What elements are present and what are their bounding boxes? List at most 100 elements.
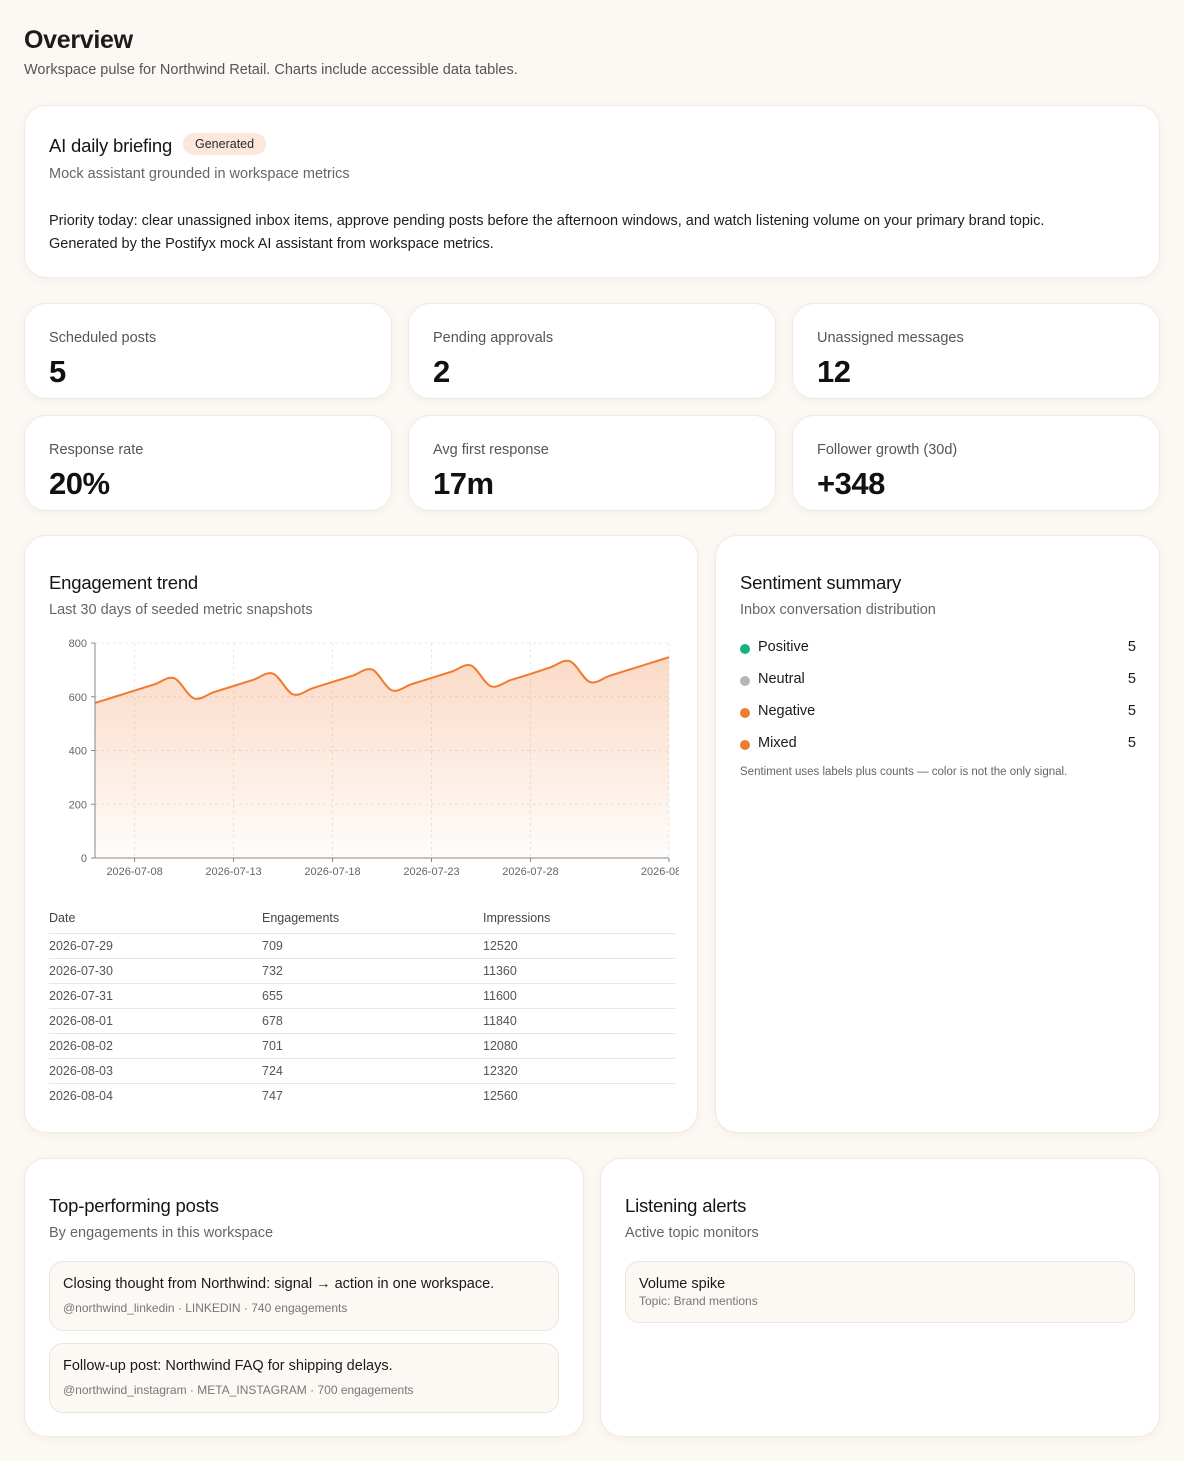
sentiment-label: Negative (758, 703, 816, 719)
post-meta: @northwind_linkedin · LINKEDIN · 740 eng… (63, 1301, 348, 1315)
ai-briefing-card: AI daily briefing Generated Mock assista… (24, 105, 1160, 278)
table-row: 2026-07-31 655 11600 (49, 983, 675, 1009)
cell-impressions: 11600 (483, 983, 675, 1009)
page-title: Overview (24, 26, 133, 54)
cell-engagements: 724 (262, 1058, 483, 1084)
cell-engagements: 701 (262, 1033, 483, 1059)
listening-subtitle: Active topic monitors (625, 1225, 759, 1241)
post-item[interactable]: Closing thought from Northwind: signal →… (49, 1261, 559, 1331)
briefing-subtitle: Mock assistant grounded in workspace met… (49, 166, 350, 182)
table-row: 2026-08-04 747 12560 (49, 1083, 675, 1108)
sentiment-count: 5 (1127, 735, 1136, 751)
cell-engagements: 747 (262, 1088, 283, 1103)
sentiment-title: Sentiment summary (740, 572, 902, 593)
stat-label: Unassigned messages (817, 330, 964, 346)
stat-card-scheduled-posts: Scheduled posts 5 (24, 303, 392, 399)
stat-card-response-rate: Response rate 20% (24, 415, 392, 511)
table-row: 2026-08-03 724 12320 (49, 1058, 675, 1084)
y-tick-label: 0 (81, 853, 87, 865)
column-header-date: Date (49, 911, 262, 934)
cell-date: 2026-08-01 (49, 1008, 262, 1034)
listening-title: Listening alerts (625, 1195, 747, 1216)
x-tick-label: 2026-07-23 (403, 866, 459, 878)
briefing-body-line-1: Priority today: clear unassigned inbox i… (49, 213, 1045, 229)
sentiment-row-positive: Positive 5 (740, 637, 1136, 669)
post-text: Follow-up post: Northwind FAQ for shippi… (63, 1358, 393, 1374)
cell-impressions: 12080 (483, 1033, 675, 1059)
engagement-data-table: Date Engagements Impressions 2026-07-29 … (49, 911, 675, 1108)
y-tick-label: 200 (69, 799, 87, 811)
cell-engagements: 732 (262, 958, 483, 984)
x-tick-label: 2026-07-08 (106, 866, 162, 878)
table-row: 2026-07-29 709 12520 (49, 933, 675, 959)
x-tick-label: 2026-08-04 (641, 866, 679, 878)
sentiment-row-neutral: Neutral 5 (740, 669, 1136, 701)
alert-item[interactable]: Volume spike Topic: Brand mentions (625, 1261, 1135, 1323)
sentiment-note: Sentiment uses labels plus counts — colo… (740, 766, 1068, 778)
stat-label: Avg first response (433, 442, 549, 458)
table-header-row: Date Engagements Impressions (49, 911, 675, 934)
top-posts-subtitle: By engagements in this workspace (49, 1225, 274, 1241)
table-row: 2026-08-02 701 12080 (49, 1033, 675, 1059)
top-posts-title: Top-performing posts (49, 1195, 219, 1216)
cell-date: 2026-08-03 (49, 1058, 262, 1084)
cell-impressions: 12560 (483, 1088, 518, 1103)
post-meta: @northwind_instagram · META_INSTAGRAM · … (63, 1383, 414, 1397)
stat-card-pending-approvals: Pending approvals 2 (408, 303, 776, 399)
cell-date: 2026-07-29 (49, 933, 262, 959)
cell-engagements: 678 (262, 1008, 483, 1034)
alert-title: Volume spike (639, 1276, 726, 1292)
stat-value: +348 (817, 466, 885, 501)
stat-label: Follower growth (30d) (817, 442, 958, 458)
cell-date: 2026-07-31 (49, 983, 262, 1009)
neutral-dot-icon (740, 676, 750, 686)
cell-date: 2026-07-30 (49, 958, 262, 984)
table-row: 2026-08-01 678 11840 (49, 1008, 675, 1034)
page-subtitle: Workspace pulse for Northwind Retail. Ch… (24, 62, 518, 78)
cell-impressions: 11360 (483, 958, 675, 984)
stat-value: 2 (433, 354, 450, 389)
sentiment-label: Mixed (758, 735, 797, 751)
cell-engagements: 655 (262, 983, 483, 1009)
engagement-subtitle: Last 30 days of seeded metric snapshots (49, 602, 313, 618)
cell-date: 2026-08-02 (49, 1033, 262, 1059)
sentiment-row-negative: Negative 5 (740, 701, 1136, 733)
x-tick-label: 2026-07-13 (205, 866, 261, 878)
engagement-title: Engagement trend (49, 572, 199, 593)
column-header-impressions: Impressions (483, 911, 675, 934)
briefing-body-line-2: Generated by the Postifyx mock AI assist… (49, 236, 494, 252)
series-area (95, 657, 669, 858)
top-posts-card: Top-performing posts By engagements in t… (24, 1158, 584, 1437)
sentiment-row-mixed: Mixed 5 (740, 733, 1136, 765)
sentiment-list: Positive 5 Neutral 5 Negative 5 Mixed 5 (740, 637, 1136, 765)
post-text: Closing thought from Northwind: signal →… (63, 1276, 495, 1292)
mixed-dot-icon (740, 740, 750, 750)
positive-dot-icon (740, 644, 750, 654)
sentiment-count: 5 (1127, 639, 1136, 655)
engagement-trend-card: Engagement trend Last 30 days of seeded … (24, 535, 698, 1133)
briefing-title: AI daily briefing (49, 135, 173, 156)
sentiment-label: Positive (758, 639, 809, 655)
cell-engagements: 709 (262, 933, 483, 959)
cell-impressions: 12520 (483, 933, 675, 959)
y-tick-label: 800 (69, 638, 87, 650)
y-tick-label: 400 (69, 746, 87, 758)
cell-impressions: 11840 (483, 1008, 675, 1034)
negative-dot-icon (740, 708, 750, 718)
table-row: 2026-07-30 732 11360 (49, 958, 675, 984)
cell-impressions: 12320 (483, 1058, 675, 1084)
sentiment-count: 5 (1127, 703, 1136, 719)
stat-label: Pending approvals (433, 330, 554, 346)
stat-card-unassigned-messages: Unassigned messages 12 (792, 303, 1160, 399)
cell-date: 2026-08-04 (49, 1088, 113, 1103)
stat-label: Scheduled posts (49, 330, 157, 346)
post-item[interactable]: Follow-up post: Northwind FAQ for shippi… (49, 1343, 559, 1413)
stat-value: 20% (49, 466, 110, 501)
stat-card-follower-growth: Follower growth (30d) +348 (792, 415, 1160, 511)
stat-value: 12 (817, 354, 851, 389)
sentiment-subtitle: Inbox conversation distribution (740, 602, 936, 618)
stat-value: 17m (433, 466, 494, 501)
sentiment-summary-card: Sentiment summary Inbox conversation dis… (715, 535, 1160, 1133)
briefing-body: Priority today: clear unassigned inbox i… (49, 210, 1129, 256)
listening-alerts-card: Listening alerts Active topic monitors V… (600, 1158, 1160, 1437)
